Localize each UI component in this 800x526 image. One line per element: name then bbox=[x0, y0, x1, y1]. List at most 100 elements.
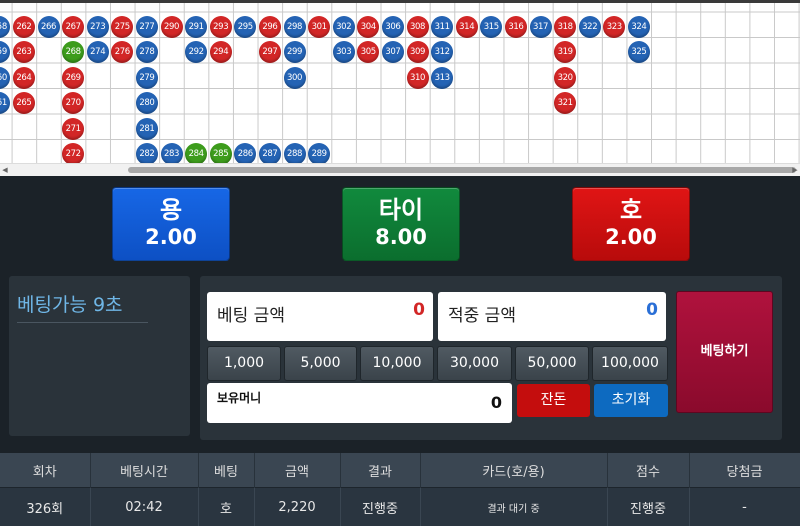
chip-1000-button[interactable]: 1,000 bbox=[207, 346, 281, 381]
roadmap-bead: 284 bbox=[185, 143, 207, 163]
roadmap-bead: 311 bbox=[431, 16, 453, 38]
betting-timer: 베팅가능 9초 bbox=[17, 290, 123, 317]
roadmap-bead: 288 bbox=[284, 143, 306, 163]
cards-cell: 결과 대기 중 bbox=[420, 488, 607, 526]
timer-panel: 베팅가능 9초 bbox=[9, 276, 190, 436]
bet-time-cell: 02:42 bbox=[90, 488, 198, 526]
roadmap-bead: 265 bbox=[13, 92, 35, 114]
roadmap-bead: 280 bbox=[136, 92, 158, 114]
tie-label: 타이 bbox=[343, 196, 459, 224]
column-header: 베팅시간 bbox=[90, 453, 198, 488]
roadmap-bead: 309 bbox=[407, 41, 429, 63]
balance-field: 보유머니 0 bbox=[207, 383, 512, 423]
scroll-left-icon[interactable]: ◀ bbox=[0, 164, 10, 176]
dragon-label: 용 bbox=[113, 196, 229, 224]
roadmap-bead: 294 bbox=[210, 41, 232, 63]
roadmap-bead: 316 bbox=[505, 16, 527, 38]
balance-value: 0 bbox=[491, 383, 502, 423]
bet-pick-cell: 호 bbox=[198, 488, 254, 526]
roadmap-bead: 261 bbox=[0, 92, 10, 114]
roadmap-bead: 321 bbox=[554, 92, 576, 114]
roadmap-beads: 2582592602612622632642652662672682692702… bbox=[0, 0, 800, 163]
tie-odds: 8.00 bbox=[343, 224, 459, 250]
chip-100000-button[interactable]: 100,000 bbox=[592, 346, 668, 381]
roadmap-grid: 2582592602612622632642652662672682692702… bbox=[0, 0, 800, 163]
bet-panel: 베팅 금액 0 적중 금액 0 1,000 5,000 10,000 30,00… bbox=[200, 276, 782, 440]
bet-amount-value: 0 bbox=[413, 292, 425, 328]
roadmap-bead: 270 bbox=[62, 92, 84, 114]
dragon-bet-button[interactable]: 용 2.00 bbox=[112, 187, 230, 261]
roadmap-bead: 303 bbox=[333, 41, 355, 63]
roadmap-bead: 325 bbox=[628, 41, 650, 63]
bet-amount-field: 베팅 금액 0 bbox=[207, 292, 433, 341]
roadmap-bead: 276 bbox=[111, 41, 133, 63]
scroll-right-icon[interactable]: ▶ bbox=[790, 164, 800, 176]
table-header-row: 회차 베팅시간 베팅 금액 결과 카드(호/용) 점수 당첨금 bbox=[0, 453, 800, 488]
chip-10000-button[interactable]: 10,000 bbox=[360, 346, 434, 381]
roadmap-bead: 279 bbox=[136, 67, 158, 89]
bet-amount-label: 베팅 금액 bbox=[217, 292, 285, 340]
column-header: 회차 bbox=[0, 453, 90, 488]
column-header: 점수 bbox=[607, 453, 689, 488]
roadmap-bead: 285 bbox=[210, 143, 232, 163]
roadmap-bead: 290 bbox=[161, 16, 183, 38]
amount-cell: 2,220 bbox=[254, 488, 340, 526]
roadmap-bead: 289 bbox=[308, 143, 330, 163]
roadmap-bead: 292 bbox=[185, 41, 207, 63]
win-amount-field: 적중 금액 0 bbox=[438, 292, 666, 341]
roadmap-bead: 268 bbox=[62, 41, 84, 63]
column-header: 카드(호/용) bbox=[420, 453, 607, 488]
roadmap-bead: 312 bbox=[431, 41, 453, 63]
roadmap-bead: 306 bbox=[382, 16, 404, 38]
roadmap-bead: 262 bbox=[13, 16, 35, 38]
tiger-label: 호 bbox=[573, 196, 689, 224]
roadmap-bead: 296 bbox=[259, 16, 281, 38]
roadmap-bead: 324 bbox=[628, 16, 650, 38]
roadmap-bead: 287 bbox=[259, 143, 281, 163]
roadmap-bead: 300 bbox=[284, 67, 306, 89]
table-row: 326회 02:42 호 2,220 진행중 결과 대기 중 진행중 - bbox=[0, 488, 800, 526]
place-bet-button[interactable]: 베팅하기 bbox=[676, 291, 773, 413]
roadmap-bead: 318 bbox=[554, 16, 576, 38]
roadmap-bead: 313 bbox=[431, 67, 453, 89]
roadmap-bead: 264 bbox=[13, 67, 35, 89]
balance-label: 보유머니 bbox=[217, 383, 261, 413]
roadmap-bead: 266 bbox=[38, 16, 60, 38]
roadmap-bead: 281 bbox=[136, 118, 158, 140]
scrollbar-thumb[interactable] bbox=[128, 167, 796, 173]
score-cell: 진행중 bbox=[607, 488, 689, 526]
roadmap-bead: 301 bbox=[308, 16, 330, 38]
roadmap-bead: 273 bbox=[87, 16, 109, 38]
roadmap-bead: 272 bbox=[62, 143, 84, 163]
chip-50000-button[interactable]: 50,000 bbox=[515, 346, 589, 381]
win-amount-value: 0 bbox=[646, 292, 658, 328]
win-amount-label: 적중 금액 bbox=[448, 292, 516, 340]
roadmap-bead: 302 bbox=[333, 16, 355, 38]
roadmap-scrollbar[interactable]: ◀ ▶ bbox=[0, 163, 800, 176]
dragon-odds: 2.00 bbox=[113, 224, 229, 250]
chip-30000-button[interactable]: 30,000 bbox=[437, 346, 512, 381]
roadmap-bead: 314 bbox=[456, 16, 478, 38]
tie-bet-button[interactable]: 타이 8.00 bbox=[342, 187, 460, 261]
reset-button[interactable]: 초기화 bbox=[594, 384, 668, 417]
roadmap-bead: 259 bbox=[0, 41, 10, 63]
roadmap-bead: 283 bbox=[161, 143, 183, 163]
roadmap-bead: 291 bbox=[185, 16, 207, 38]
roadmap-bead: 282 bbox=[136, 143, 158, 163]
roadmap-bead: 299 bbox=[284, 41, 306, 63]
roadmap-bead: 323 bbox=[603, 16, 625, 38]
roadmap-bead: 275 bbox=[111, 16, 133, 38]
roadmap-bead: 320 bbox=[554, 67, 576, 89]
roadmap-bead: 274 bbox=[87, 41, 109, 63]
bet-history-table: 회차 베팅시간 베팅 금액 결과 카드(호/용) 점수 당첨금 326회 02:… bbox=[0, 453, 800, 526]
remaining-change-button[interactable]: 잔돈 bbox=[517, 384, 590, 417]
roadmap-bead: 260 bbox=[0, 67, 10, 89]
roadmap-bead: 293 bbox=[210, 16, 232, 38]
chip-5000-button[interactable]: 5,000 bbox=[284, 346, 357, 381]
tiger-bet-button[interactable]: 호 2.00 bbox=[572, 187, 690, 261]
roadmap-bead: 319 bbox=[554, 41, 576, 63]
roadmap-bead: 271 bbox=[62, 118, 84, 140]
roadmap-bead: 322 bbox=[579, 16, 601, 38]
roadmap-bead: 310 bbox=[407, 67, 429, 89]
column-header: 금액 bbox=[254, 453, 340, 488]
